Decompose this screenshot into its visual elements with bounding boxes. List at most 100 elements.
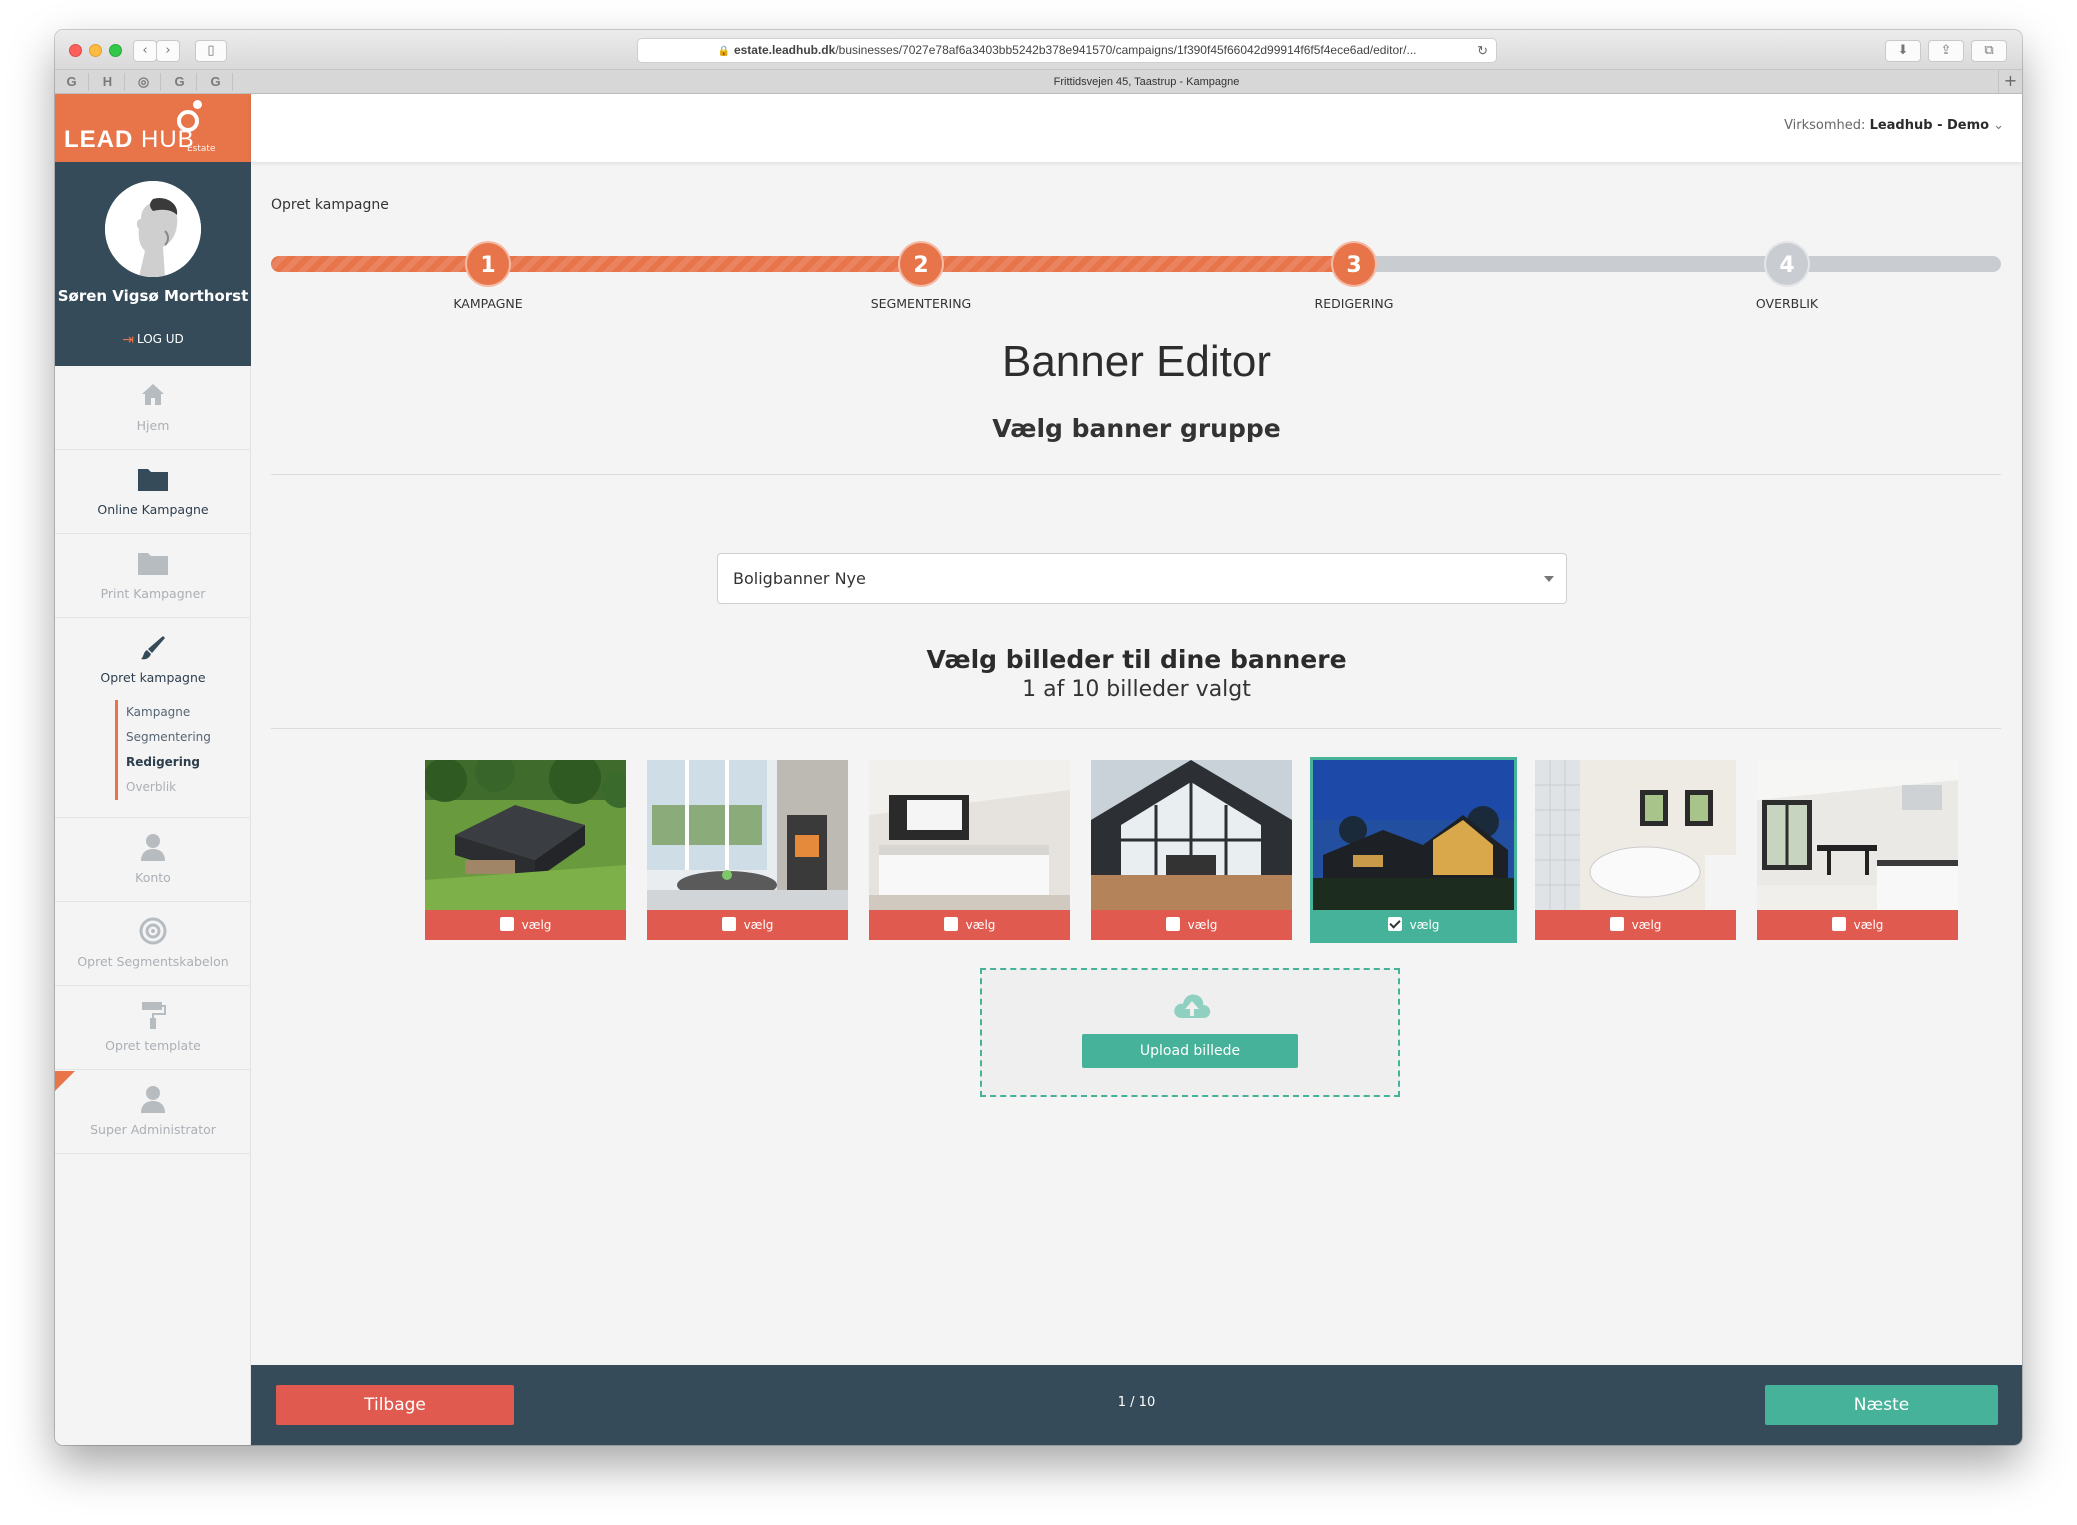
banner-group-select[interactable]: Boligbanner Nye xyxy=(717,553,1567,604)
select-bar[interactable]: vælg xyxy=(1757,910,1958,940)
forward-arrow-icon[interactable]: › xyxy=(156,40,180,62)
sidebar-item-online-kampagne[interactable]: Online Kampagne xyxy=(55,450,251,534)
user-icon xyxy=(55,832,251,866)
dropdown-arrow-icon xyxy=(1544,576,1554,582)
image-card[interactable]: vælg xyxy=(869,760,1070,940)
upload-image-button[interactable]: Upload billede xyxy=(1082,1034,1298,1068)
divider xyxy=(271,728,2001,729)
minimize-window-button[interactable] xyxy=(89,44,102,57)
images-count: 1 af 10 billeder valgt xyxy=(1022,677,1251,702)
wizard-step-label: KAMPAGNE xyxy=(453,296,523,311)
wizard-progress-fill xyxy=(271,256,1351,272)
image-card[interactable]: vælg xyxy=(1535,760,1736,940)
select-bar[interactable]: vælg xyxy=(1091,910,1292,940)
folder-icon xyxy=(55,550,251,580)
user-profile: Søren Vigsø Morthorst ⇥ LOG UD xyxy=(55,162,251,366)
checkbox[interactable] xyxy=(943,917,958,931)
checkbox[interactable] xyxy=(1165,917,1180,931)
wizard-step-label: SEGMENTERING xyxy=(870,296,972,311)
checkbox-checked[interactable] xyxy=(1387,917,1402,931)
upload-dropzone[interactable]: Upload billede xyxy=(980,968,1400,1097)
brush-icon xyxy=(55,634,251,666)
sidebar-item-hjem[interactable]: Hjem xyxy=(55,366,251,450)
select-bar[interactable]: vælg xyxy=(1535,910,1736,940)
breadcrumb: Opret kampagne xyxy=(271,197,389,213)
url-path: /businesses/7027e78af6a3403bb5242b378e94… xyxy=(835,43,1417,57)
cloud-upload-icon xyxy=(1172,990,1212,1020)
select-bar[interactable]: vælg xyxy=(1313,910,1514,940)
property-photo xyxy=(647,760,848,910)
sidebar-item-opret-segmentskabelon[interactable]: Opret Segmentskabelon xyxy=(55,902,251,986)
logout-icon: ⇥ xyxy=(122,332,134,348)
image-card-selected[interactable]: vælg xyxy=(1310,757,1517,943)
browser-window: ‹ › ▯ 🔒 estate.leadhub.dk/businesses/7027… xyxy=(55,30,2022,1445)
sidebar: LEAD HUB Estate Søren Vigsø Morthorst ⇥ L… xyxy=(55,94,251,1445)
lock-icon: 🔒 xyxy=(717,46,730,57)
select-bar[interactable]: vælg xyxy=(647,910,848,940)
user-name: Søren Vigsø Morthorst xyxy=(57,287,249,305)
wizard-step-1[interactable]: 1 xyxy=(465,241,511,287)
bookmark-favicon[interactable]: G xyxy=(163,73,197,91)
home-icon xyxy=(55,380,251,412)
bookmark-favicon[interactable]: H xyxy=(91,73,125,91)
address-bar[interactable]: 🔒 estate.leadhub.dk/businesses/7027e78af6… xyxy=(637,38,1497,63)
select-bar[interactable]: vælg xyxy=(425,910,626,940)
divider xyxy=(271,474,2001,475)
sidebar-item-print-kampagner[interactable]: Print Kampagner xyxy=(55,534,251,618)
property-photo xyxy=(425,760,626,910)
app: LEAD HUB Estate Søren Vigsø Morthorst ⇥ L… xyxy=(55,94,2022,1445)
image-card[interactable]: vælg xyxy=(647,760,848,940)
property-photo xyxy=(1535,760,1736,910)
wizard-progress-track xyxy=(271,256,2001,272)
bookmark-favicon[interactable]: G xyxy=(199,73,233,91)
subnav-redigering[interactable]: Redigering xyxy=(126,750,211,775)
checkbox[interactable] xyxy=(721,917,736,931)
page-title: Banner Editor xyxy=(1001,337,1272,386)
company-selector[interactable]: Virksomhed: Leadhub - Demo ⌄ xyxy=(1784,118,2004,133)
logo[interactable]: LEAD HUB Estate xyxy=(55,94,251,162)
banner-group-heading: Vælg banner gruppe xyxy=(992,414,1281,443)
active-tab[interactable]: Frittidsvejen 45, Taastrup - Kampagne xyxy=(295,70,1998,94)
checkbox[interactable] xyxy=(1609,917,1624,931)
image-card[interactable]: vælg xyxy=(1091,760,1292,940)
image-card[interactable]: vælg xyxy=(425,760,626,940)
share-icon[interactable]: ⇪ xyxy=(1928,40,1964,62)
wizard-step-4[interactable]: 4 xyxy=(1764,241,1810,287)
wizard-step-3[interactable]: 3 xyxy=(1331,241,1377,287)
wizard-footer: Tilbage 1 / 10 Næste xyxy=(251,1365,2022,1445)
property-photo xyxy=(1757,760,1958,910)
subnav-segmentering[interactable]: Segmentering xyxy=(126,725,211,750)
reload-icon[interactable]: ↻ xyxy=(1477,39,1488,62)
sidebar-toggle-icon[interactable]: ▯ xyxy=(195,40,227,62)
bookmark-favicon[interactable]: G xyxy=(55,73,89,91)
next-button[interactable]: Næste xyxy=(1765,1385,1998,1425)
checkbox[interactable] xyxy=(1831,917,1846,931)
url-domain: estate.leadhub.dk xyxy=(733,43,836,57)
sidebar-item-super-administrator[interactable]: Super Administrator xyxy=(55,1070,251,1154)
top-bar: Virksomhed: Leadhub - Demo ⌄ xyxy=(251,94,2022,162)
sidebar-item-konto[interactable]: Konto xyxy=(55,818,251,902)
subnav-overblik[interactable]: Overblik xyxy=(126,775,211,800)
property-photo xyxy=(869,760,1070,910)
logout-link[interactable]: ⇥ LOG UD xyxy=(55,332,251,348)
pager: 1 / 10 xyxy=(1117,1395,1156,1410)
paint-roller-icon xyxy=(55,1000,251,1034)
property-photo xyxy=(1091,760,1292,910)
subnav-kampagne[interactable]: Kampagne xyxy=(126,700,211,725)
image-card[interactable]: vælg xyxy=(1757,760,1958,940)
zoom-window-button[interactable] xyxy=(109,44,122,57)
sidebar-item-opret-template[interactable]: Opret template xyxy=(55,986,251,1070)
new-tab-button[interactable]: + xyxy=(1998,70,2022,94)
wizard-step-2[interactable]: 2 xyxy=(898,241,944,287)
select-bar[interactable]: vælg xyxy=(869,910,1070,940)
sidebar-subnav: Kampagne Segmentering Redigering Overbli… xyxy=(115,700,211,800)
back-arrow-icon[interactable]: ‹ xyxy=(133,40,157,62)
close-window-button[interactable] xyxy=(69,44,82,57)
download-icon[interactable]: ⬇ xyxy=(1885,40,1921,62)
property-photo xyxy=(1313,760,1514,910)
chevron-down-icon: ⌄ xyxy=(1993,118,2004,133)
checkbox[interactable] xyxy=(499,917,514,931)
bookmark-favicon[interactable]: ◎ xyxy=(127,73,161,91)
tab-bar: G H ◎ G G Frittidsvejen 45, Taastrup - K… xyxy=(55,70,2022,94)
tabs-overview-icon[interactable]: ⧉ xyxy=(1971,40,2007,62)
